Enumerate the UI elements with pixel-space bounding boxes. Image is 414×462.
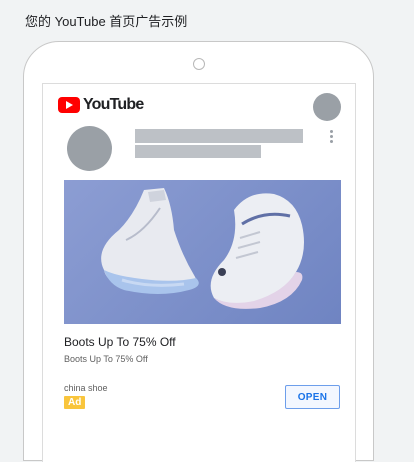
ad-badge: Ad — [64, 396, 86, 409]
ad-subtitle: Boots Up To 75% Off — [64, 354, 148, 364]
youtube-logo[interactable]: YouTube — [58, 96, 144, 114]
advertiser-name: china shoe — [64, 383, 108, 393]
left-sneaker — [101, 188, 199, 294]
youtube-wordmark: YouTube — [83, 96, 144, 113]
page-title: 您的 YouTube 首页广告示例 — [25, 14, 188, 29]
channel-avatar[interactable] — [67, 126, 112, 171]
ad-image[interactable] — [64, 180, 341, 324]
phone-screen: YouTube Boots Up To 75% Off Boots Up To … — [42, 83, 356, 462]
phone-frame: YouTube Boots Up To 75% Off Boots Up To … — [23, 41, 374, 462]
open-button[interactable]: OPEN — [285, 385, 340, 409]
video-meta-placeholder — [135, 145, 261, 158]
more-vert-icon[interactable] — [330, 130, 334, 145]
account-avatar[interactable] — [313, 93, 341, 121]
phone-camera — [193, 58, 205, 70]
ad-title[interactable]: Boots Up To 75% Off — [64, 335, 176, 349]
sneaker-illustration — [101, 188, 304, 309]
right-sneaker — [210, 193, 304, 309]
youtube-play-icon — [58, 97, 80, 113]
video-title-placeholder — [135, 129, 303, 143]
